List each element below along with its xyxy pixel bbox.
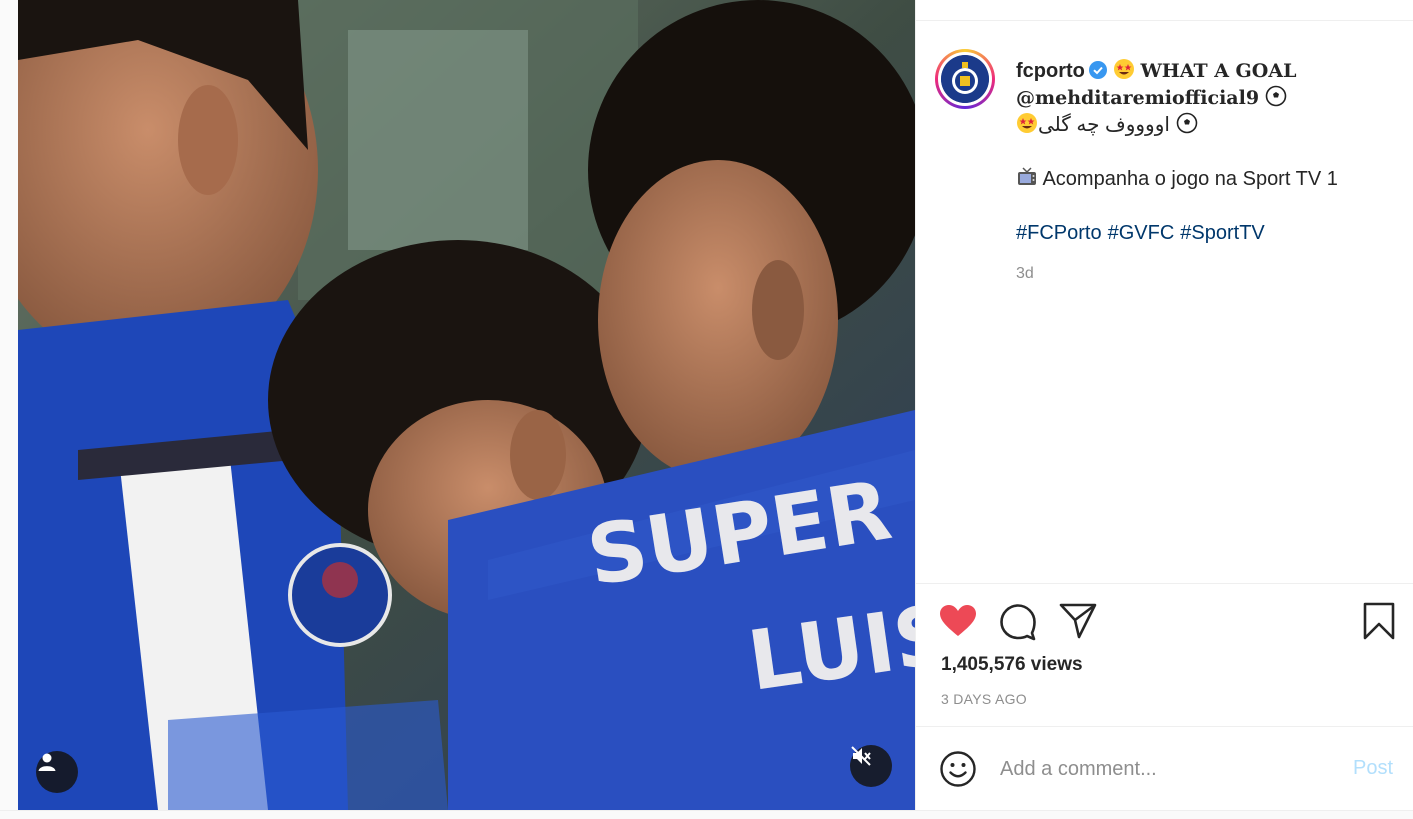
caption-timestamp[interactable]: 3d <box>1016 265 1034 283</box>
page-bottom-margin <box>0 810 1413 819</box>
smiley-icon[interactable] <box>939 750 977 788</box>
verified-badge-icon <box>1088 61 1107 79</box>
television-icon <box>1018 167 1036 185</box>
username-link[interactable]: fcporto <box>1016 60 1085 82</box>
action-bar <box>916 600 1413 644</box>
user-tag-button[interactable] <box>36 751 78 793</box>
bookmark-icon[interactable] <box>1363 602 1395 640</box>
soccer-ball-icon <box>1176 112 1197 134</box>
actions-divider <box>916 583 1413 584</box>
view-count[interactable]: 1,405,576 views <box>941 654 1083 676</box>
fc-porto-crest-icon <box>941 55 989 103</box>
paper-plane-icon[interactable] <box>1059 603 1097 639</box>
speaker-muted-icon <box>851 746 871 766</box>
user-icon <box>38 753 56 771</box>
hashtag-link[interactable]: #GVFC <box>1108 222 1175 244</box>
avatar <box>941 55 989 103</box>
heart-filled-icon[interactable] <box>939 604 977 638</box>
post-video[interactable]: SUPER LUIS <box>18 0 915 810</box>
caption-persian: اووووف چه گلی <box>1038 114 1170 136</box>
star-struck-emoji-icon <box>1113 59 1134 79</box>
header-divider <box>916 20 1413 21</box>
caption-tv-text: Acompanha o jogo na Sport TV 1 <box>1042 168 1338 190</box>
mention-link[interactable]: @mehditaremiofficial9 <box>1016 87 1259 109</box>
soccer-ball-icon <box>1265 85 1286 107</box>
post-caption: fcporto WHAT A GOAL @mehditaremiofficial… <box>1016 58 1406 247</box>
hashtag-list: #FCPorto #GVFC #SportTV <box>1016 220 1406 247</box>
video-frame: SUPER LUIS <box>18 0 915 810</box>
hashtag-link[interactable]: #SportTV <box>1180 222 1264 244</box>
comment-input[interactable] <box>1000 753 1320 785</box>
post-date[interactable]: 3 DAYS AGO <box>941 691 1027 707</box>
comment-bubble-icon[interactable] <box>999 603 1037 641</box>
post-details-panel: fcporto WHAT A GOAL @mehditaremiofficial… <box>915 0 1413 810</box>
caption-headline: WHAT A GOAL <box>1140 60 1297 82</box>
comment-form: Post <box>916 727 1413 810</box>
star-struck-emoji-icon <box>1017 113 1037 133</box>
avatar-story-ring[interactable] <box>935 49 995 109</box>
mute-button[interactable] <box>850 745 892 787</box>
post-comment-button[interactable]: Post <box>1353 757 1393 780</box>
page-left-margin <box>0 0 18 819</box>
hashtag-link[interactable]: #FCPorto <box>1016 222 1102 244</box>
